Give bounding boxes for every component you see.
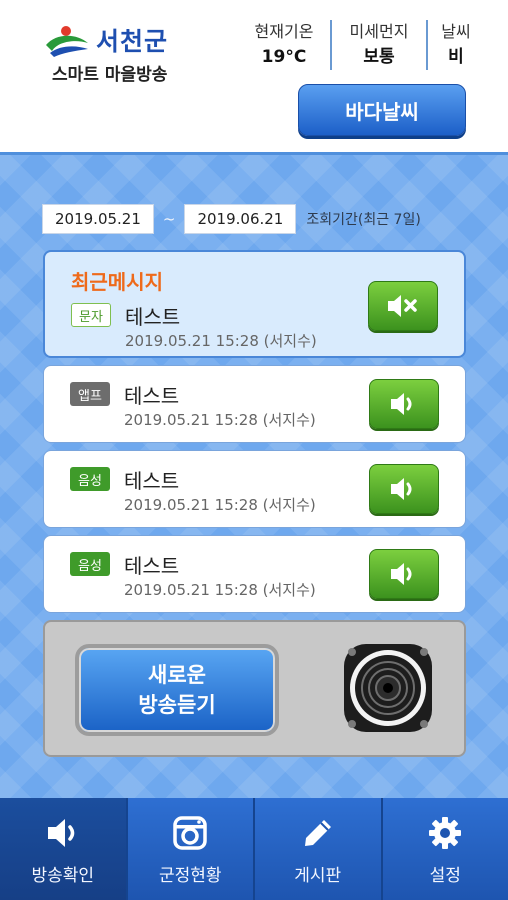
message-type-badge: 음성 [70, 552, 110, 576]
message-type-badge: 앱프 [70, 382, 110, 406]
message-card[interactable]: 음성 테스트 2019.05.21 15:28 (서지수) [43, 535, 466, 613]
new-broadcast-line1: 새로운 [148, 663, 206, 687]
nav-item-board[interactable]: 게시판 [253, 798, 381, 900]
sea-weather-button[interactable]: 바다날씨 [298, 84, 466, 136]
message-title: 테스트 [124, 469, 180, 493]
mute-button[interactable] [368, 281, 438, 331]
date-filter: 2019.05.21 ~ 2019.06.21 조회기간(최근 7일) [42, 204, 421, 234]
speaker-icon [391, 478, 412, 500]
logo: 서천군 [42, 22, 168, 58]
weather-condition: 날씨 비 [426, 20, 474, 70]
message-title: 테스트 [124, 384, 180, 408]
main-content: 2019.05.21 ~ 2019.06.21 조회기간(최근 7일) 최근메시… [0, 152, 508, 798]
weather-value: 보통 [363, 47, 395, 67]
mute-icon [388, 295, 417, 317]
message-card[interactable]: 음성 테스트 2019.05.21 15:28 (서지수) [43, 450, 466, 528]
message-type-badge: 음성 [70, 467, 110, 491]
date-separator: ~ [162, 210, 176, 228]
new-broadcast-panel: 새로운 방송듣기 [43, 620, 466, 757]
camera-icon [173, 813, 207, 853]
message-card[interactable]: 앱프 테스트 2019.05.21 15:28 (서지수) [43, 365, 466, 443]
logo-mark-icon [42, 23, 92, 57]
nav-item-broadcast[interactable]: 방송확인 [0, 798, 126, 900]
nav-label: 게시판 [294, 865, 342, 886]
nav-item-settings[interactable]: 설정 [380, 798, 508, 900]
message-meta: 2019.05.21 15:28 (서지수) [124, 496, 316, 514]
gear-icon [428, 813, 462, 853]
nav-item-county-status[interactable]: 군정현황 [125, 798, 254, 900]
message-meta: 2019.05.21 15:28 (서지수) [125, 332, 317, 350]
message-title: 테스트 [125, 305, 181, 329]
end-date-field[interactable]: 2019.06.21 [184, 204, 297, 234]
play-button[interactable] [369, 549, 439, 599]
message-title: 테스트 [124, 554, 180, 578]
weather-temperature: 현재기온 19°C [238, 20, 330, 70]
speaker-icon [391, 563, 412, 585]
nav-label: 설정 [429, 865, 461, 886]
weather-label: 날씨 [441, 22, 471, 41]
play-button[interactable] [369, 379, 439, 429]
weather-label: 미세먼지 [349, 22, 409, 41]
app-header: 서천군 스마트 마을방송 현재기온 19°C 미세먼지 보통 날씨 비 바다날씨 [0, 0, 508, 152]
play-button[interactable] [369, 464, 439, 514]
nav-label: 방송확인 [31, 865, 95, 886]
loudspeaker-icon [340, 640, 436, 736]
pencil-icon [302, 813, 334, 853]
date-range-note: 조회기간(최근 7일) [306, 212, 421, 228]
app-subtitle: 스마트 마을방송 [52, 65, 168, 85]
message-meta: 2019.05.21 15:28 (서지수) [124, 411, 316, 429]
message-type-badge: 문자 [71, 303, 111, 327]
start-date-field[interactable]: 2019.05.21 [42, 204, 154, 234]
speaker-icon [391, 393, 412, 415]
message-meta: 2019.05.21 15:28 (서지수) [124, 581, 316, 599]
new-broadcast-line2: 방송듣기 [138, 693, 216, 717]
logo-name: 서천군 [96, 27, 169, 56]
weather-panel: 현재기온 19°C 미세먼지 보통 날씨 비 [238, 20, 474, 70]
weather-fine-dust: 미세먼지 보통 [330, 20, 426, 70]
bottom-navigation: 방송확인 군정현황 게시판 설정 [0, 798, 508, 900]
speaker-icon [45, 813, 81, 853]
weather-value: 19°C [261, 47, 307, 67]
weather-value: 비 [448, 47, 464, 67]
nav-label: 군정현황 [158, 865, 222, 886]
recent-message-card[interactable]: 최근메시지 문자 테스트 2019.05.21 15:28 (서지수) [43, 250, 466, 358]
weather-label: 현재기온 [254, 22, 314, 41]
recent-messages-title: 최근메시지 [71, 270, 163, 294]
new-broadcast-button[interactable]: 새로운 방송듣기 [75, 644, 279, 736]
